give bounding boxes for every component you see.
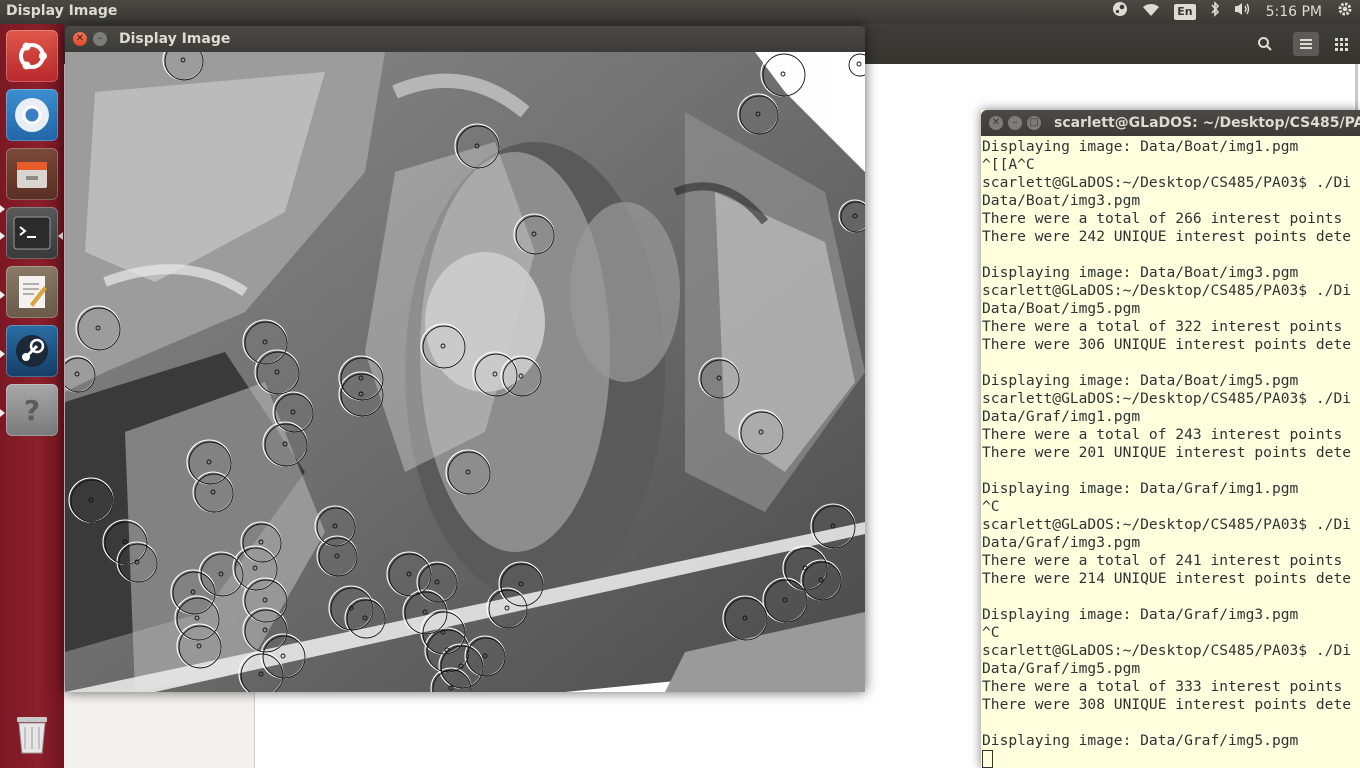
chromium-icon[interactable]	[6, 89, 58, 141]
terminal-line: There were a total of 243 interest point…	[982, 426, 1343, 443]
terminal-line: Data/Graf/img3.pgm	[982, 534, 1141, 551]
minimize-icon[interactable]: –	[93, 32, 107, 46]
terminal-focus-indicator	[58, 232, 63, 240]
active-app-title: Display Image	[6, 3, 118, 19]
display-image-titlebar[interactable]: ✕ – Display Image	[65, 26, 865, 52]
editor-running-indicator	[0, 291, 5, 299]
terminal-line: Displaying image: Data/Graf/img1.pgm	[982, 480, 1299, 497]
indicator-area: En 5:16 PM	[1112, 0, 1354, 24]
terminal-line: Displaying image: Data/Boat/img3.pgm	[982, 264, 1299, 281]
text-cursor	[982, 750, 993, 768]
terminal-line: Displaying image: Data/Graf/img3.pgm	[982, 606, 1299, 623]
terminal-line: There were 308 UNIQUE interest points de…	[982, 696, 1352, 713]
launcher: ?	[0, 24, 65, 768]
terminal-line: There were a total of 266 interest point…	[982, 210, 1343, 227]
clock[interactable]: 5:16 PM	[1266, 4, 1322, 20]
list-view-icon[interactable]	[1293, 32, 1319, 56]
minimize-icon[interactable]: –	[1008, 116, 1022, 130]
files-icon[interactable]	[6, 148, 58, 200]
keyboard-layout-icon[interactable]: En	[1174, 4, 1196, 20]
terminal-titlebar[interactable]: ✕ – □ scarlett@GLaDOS: ~/Desktop/CS485/P…	[981, 110, 1360, 136]
terminal-line: ^C	[982, 624, 1000, 641]
graffiti-image	[65, 52, 865, 692]
terminal-line: scarlett@GLaDOS:~/Desktop/CS485/PA03$ ./…	[982, 282, 1352, 299]
terminal-prompt[interactable]	[982, 750, 1360, 768]
terminal-line: There were a total of 333 interest point…	[982, 678, 1343, 695]
terminal-title: scarlett@GLaDOS: ~/Desktop/CS485/PA03	[1054, 115, 1360, 131]
terminal-line: There were 242 UNIQUE interest points de…	[982, 228, 1352, 245]
terminal-line: There were a total of 322 interest point…	[982, 318, 1343, 335]
grid-view-icon[interactable]	[1328, 32, 1354, 56]
terminal-line: ^C	[982, 498, 1000, 515]
terminal-line: scarlett@GLaDOS:~/Desktop/CS485/PA03$ ./…	[982, 516, 1352, 533]
unknown-running-indicator	[0, 409, 5, 417]
terminal-line: Data/Graf/img5.pgm	[982, 660, 1141, 677]
steam-tray-icon[interactable]	[1112, 0, 1128, 24]
terminal-line: There were 306 UNIQUE interest points de…	[982, 336, 1352, 353]
terminal-line: Displaying image: Data/Boat/img5.pgm	[982, 372, 1299, 389]
volume-icon[interactable]	[1234, 0, 1252, 24]
display-image-window: ✕ – Display Image	[65, 26, 865, 692]
window-title: Display Image	[119, 31, 231, 47]
terminal-line: Data/Boat/img3.pgm	[982, 192, 1141, 209]
text-editor-icon[interactable]	[6, 266, 58, 318]
terminal-output[interactable]: Displaying image: Data/Boat/img1.pgm ^[[A…	[982, 138, 1360, 768]
terminal-line: Data/Boat/img5.pgm	[982, 300, 1141, 317]
unknown-app-icon[interactable]: ?	[6, 384, 58, 436]
terminal-line: ^[[A^C	[982, 156, 1035, 173]
terminal-line: scarlett@GLaDOS:~/Desktop/CS485/PA03$ ./…	[982, 390, 1352, 407]
steam-icon[interactable]	[6, 325, 58, 377]
terminal-line: scarlett@GLaDOS:~/Desktop/CS485/PA03$ ./…	[982, 174, 1352, 191]
steam-running-indicator	[0, 350, 5, 358]
top-panel: Display Image En 5:16 PM	[0, 0, 1360, 24]
terminal-line: scarlett@GLaDOS:~/Desktop/CS485/PA03$ ./…	[982, 642, 1352, 659]
maximize-icon[interactable]: □	[1027, 116, 1041, 130]
search-icon[interactable]	[1252, 32, 1278, 56]
settings-gear-icon[interactable]	[1336, 0, 1354, 25]
close-icon[interactable]: ✕	[73, 32, 87, 46]
terminal-line: Displaying image: Data/Boat/img1.pgm	[982, 138, 1299, 155]
close-icon[interactable]: ✕	[989, 116, 1003, 130]
ubuntu-dash-icon[interactable]	[6, 30, 58, 82]
trash-icon[interactable]	[6, 708, 58, 760]
terminal-line: Displaying image: Data/Graf/img5.pgm	[982, 732, 1299, 749]
files-running-indicator	[0, 205, 5, 213]
bluetooth-icon[interactable]	[1210, 0, 1220, 24]
terminal-line: Data/Graf/img1.pgm	[982, 408, 1141, 425]
terminal-icon[interactable]	[6, 207, 58, 259]
image-canvas[interactable]	[65, 52, 865, 692]
terminal-line: There were 214 UNIQUE interest points de…	[982, 570, 1352, 587]
terminal-line: There were 201 UNIQUE interest points de…	[982, 444, 1352, 461]
terminal-line: There were a total of 241 interest point…	[982, 552, 1343, 569]
terminal-window[interactable]: ✕ – □ scarlett@GLaDOS: ~/Desktop/CS485/P…	[981, 110, 1360, 768]
wifi-icon[interactable]	[1142, 0, 1160, 24]
svg-text:?: ?	[24, 394, 40, 427]
terminal-running-indicator	[0, 232, 5, 240]
